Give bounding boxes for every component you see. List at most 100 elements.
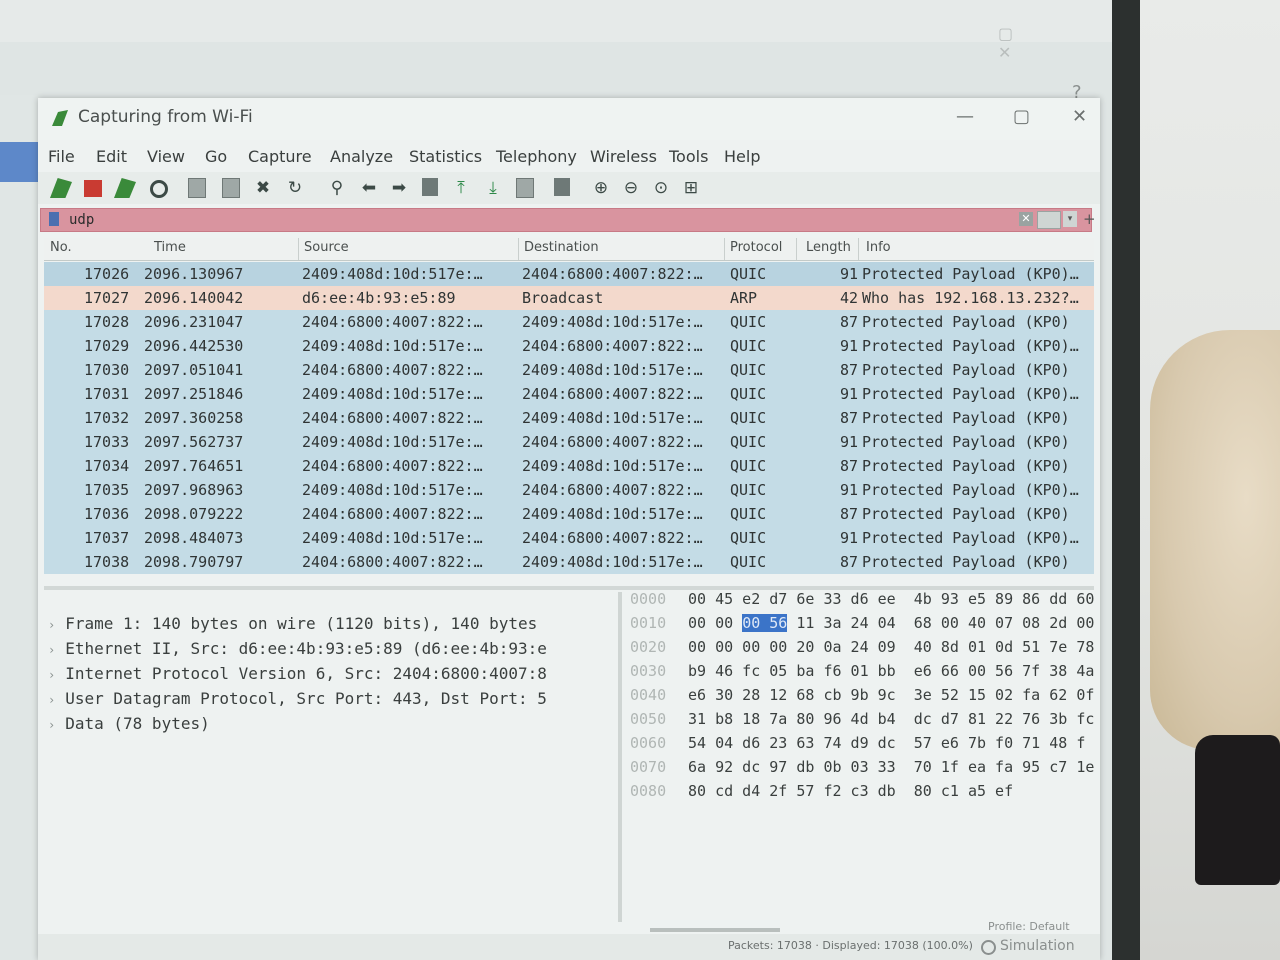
chevron-down-icon[interactable]: ▾: [1063, 211, 1077, 227]
menu-edit[interactable]: Edit: [96, 147, 127, 166]
simulation-label[interactable]: Simulation: [1000, 938, 1075, 954]
chevron-right-icon[interactable]: ›: [48, 668, 55, 682]
menu-help[interactable]: Help: [724, 147, 760, 166]
bookmark-icon[interactable]: [49, 212, 59, 226]
packet-no: 17027: [84, 289, 130, 307]
column-length[interactable]: Length: [806, 240, 851, 255]
zoom-in-icon[interactable]: ⊕: [590, 178, 612, 198]
stop-icon[interactable]: [84, 180, 102, 197]
normal-size-icon[interactable]: ⊙: [650, 178, 672, 198]
zoom-out-icon[interactable]: ⊖: [620, 178, 642, 198]
menu-telephony[interactable]: Telephony: [496, 147, 577, 166]
pane-splitter-vertical[interactable]: [618, 592, 622, 922]
packet-row[interactable]: 17038 2098.790797 2404:6800:4007:822:… 2409…: [44, 550, 1094, 574]
go-forward-icon[interactable]: ➡: [388, 178, 410, 198]
byte-hex-line[interactable]: 00 45 e2 d7 6e 33 d6 ee 4b 93 e5 89 86 d…: [688, 592, 1094, 608]
packet-row[interactable]: 17029 2096.442530 2409:408d:10d:517e:… 2404…: [44, 334, 1094, 358]
close-button[interactable]: ✕: [1072, 106, 1087, 127]
byte-hex-line[interactable]: b9 46 fc 05 ba f6 01 bb e6 66 00 56 7f 3…: [688, 662, 1094, 680]
byte-hex-line[interactable]: 00 00 00 56 11 3a 24 04 68 00 40 07 08 2…: [688, 614, 1094, 632]
packet-row[interactable]: 17033 2097.562737 2409:408d:10d:517e:… 2404…: [44, 430, 1094, 454]
packet-list-header: No. Time Source Destination Protocol Len…: [44, 238, 1094, 261]
find-icon[interactable]: ⚲: [326, 178, 348, 198]
packet-row[interactable]: 17035 2097.968963 2409:408d:10d:517e:… 2404…: [44, 478, 1094, 502]
menu-capture[interactable]: Capture: [248, 147, 312, 166]
detail-tree-item[interactable]: › User Datagram Protocol, Src Port: 443, …: [48, 689, 547, 708]
open-file-icon[interactable]: [188, 178, 206, 198]
packet-row[interactable]: 17032 2097.360258 2404:6800:4007:822:… 2409…: [44, 406, 1094, 430]
restart-icon[interactable]: [114, 178, 136, 198]
background-window-edge: [0, 95, 38, 960]
apply-filter-button[interactable]: [1037, 211, 1061, 229]
menu-view[interactable]: View: [147, 147, 185, 166]
menu-tools[interactable]: Tools: [669, 147, 708, 166]
detail-tree-item[interactable]: › Data (78 bytes): [48, 714, 210, 733]
menu-go[interactable]: Go: [205, 147, 227, 166]
column-divider[interactable]: [518, 238, 519, 260]
detail-tree-item[interactable]: › Internet Protocol Version 6, Src: 2404:…: [48, 664, 547, 683]
detail-tree-item[interactable]: › Ethernet II, Src: d6:ee:4b:93:e5:89 (d6…: [48, 639, 547, 658]
display-filter-input[interactable]: [67, 210, 1011, 230]
packet-row[interactable]: 17037 2098.484073 2409:408d:10d:517e:… 2404…: [44, 526, 1094, 550]
close-file-icon[interactable]: ✖: [252, 178, 274, 198]
menu-analyze[interactable]: Analyze: [330, 147, 393, 166]
detail-tree-item[interactable]: › Frame 1: 140 bytes on wire (1120 bits),…: [48, 614, 537, 633]
go-back-icon[interactable]: ⬅: [358, 178, 380, 198]
packet-row[interactable]: 17028 2096.231047 2404:6800:4007:822:… 2409…: [44, 310, 1094, 334]
column-source[interactable]: Source: [304, 240, 349, 255]
byte-hex-line[interactable]: e6 30 28 12 68 cb 9b 9c 3e 52 15 02 fa 6…: [688, 686, 1094, 704]
packet-row[interactable]: 17031 2097.251846 2409:408d:10d:517e:… 2404…: [44, 382, 1094, 406]
options-gear-icon[interactable]: [150, 180, 168, 198]
packet-count-status: Packets: 17038 · Displayed: 17038 (100.0…: [728, 939, 973, 952]
save-file-icon[interactable]: [222, 178, 240, 198]
chevron-right-icon[interactable]: ›: [48, 643, 55, 657]
horizontal-scrollbar[interactable]: [650, 928, 780, 932]
packet-no: 17026: [84, 265, 130, 283]
colorize-icon[interactable]: [554, 178, 570, 196]
byte-hex: 00 45 e2 d7 6e 33 d6 ee 4b 93 e5 89 86 d…: [688, 592, 1094, 608]
packet-info: Protected Payload (KP0): [862, 457, 1070, 475]
byte-hex-line[interactable]: 31 b8 18 7a 80 96 4d b4 dc d7 81 22 76 3…: [688, 710, 1094, 728]
last-packet-icon[interactable]: ⤓: [482, 178, 504, 198]
packet-time: 2097.562737: [144, 433, 244, 451]
byte-hex-line[interactable]: 80 cd d4 2f 57 f2 c3 db 80 c1 a5 ef: [688, 782, 1013, 800]
menu-wireless[interactable]: Wireless: [590, 147, 657, 166]
packet-row[interactable]: 17030 2097.051041 2404:6800:4007:822:… 2409…: [44, 358, 1094, 382]
resize-columns-icon[interactable]: ⊞: [680, 178, 702, 198]
pane-splitter[interactable]: [44, 586, 1094, 590]
packet-row[interactable]: 17026 2096.130967 2409:408d:10d:517e:… 2404…: [44, 262, 1094, 286]
column-divider[interactable]: [796, 238, 797, 260]
first-packet-icon[interactable]: ⤒: [450, 178, 472, 198]
autoscroll-icon[interactable]: [516, 178, 534, 198]
packet-row[interactable]: 17036 2098.079222 2404:6800:4007:822:… 2409…: [44, 502, 1094, 526]
column-destination[interactable]: Destination: [524, 240, 599, 255]
menu-file[interactable]: File: [48, 147, 75, 166]
column-time[interactable]: Time: [154, 240, 186, 255]
column-info[interactable]: Info: [866, 240, 891, 255]
minimize-button[interactable]: —: [956, 106, 974, 127]
column-no[interactable]: No.: [50, 240, 72, 255]
chevron-right-icon[interactable]: ›: [48, 693, 55, 707]
column-divider[interactable]: [298, 238, 299, 260]
byte-hex-line[interactable]: 00 00 00 00 20 0a 24 09 40 8d 01 0d 51 7…: [688, 638, 1094, 656]
chevron-right-icon[interactable]: ›: [48, 618, 55, 632]
packet-no: 17038: [84, 553, 130, 571]
menu-statistics[interactable]: Statistics: [409, 147, 482, 166]
packet-row[interactable]: 17027 2096.140042 d6:ee:4b:93:e5:89 Broadca…: [44, 286, 1094, 310]
column-divider[interactable]: [724, 238, 725, 260]
reload-icon[interactable]: ↻: [284, 178, 306, 198]
maximize-button[interactable]: ▢: [1013, 106, 1030, 127]
chevron-right-icon[interactable]: ›: [48, 718, 55, 732]
column-divider[interactable]: [858, 238, 859, 260]
shark-fin-icon[interactable]: [50, 178, 72, 198]
add-filter-button[interactable]: +: [1083, 210, 1096, 228]
packet-row[interactable]: 17034 2097.764651 2404:6800:4007:822:… 2409…: [44, 454, 1094, 478]
go-to-packet-icon[interactable]: [422, 178, 438, 196]
profile-label[interactable]: Profile: Default: [988, 920, 1070, 933]
byte-hex-line[interactable]: 6a 92 dc 97 db 0b 03 33 70 1f ea fa 95 c…: [688, 758, 1094, 776]
clear-filter-icon[interactable]: ✕: [1019, 212, 1033, 226]
column-protocol[interactable]: Protocol: [730, 240, 782, 255]
byte-hex-line[interactable]: 54 04 d6 23 63 74 d9 dc 57 e6 7b f0 71 4…: [688, 734, 1085, 752]
window-title: Capturing from Wi-Fi: [78, 107, 253, 127]
display-filter-bar: ✕ ▾ +: [40, 208, 1096, 232]
